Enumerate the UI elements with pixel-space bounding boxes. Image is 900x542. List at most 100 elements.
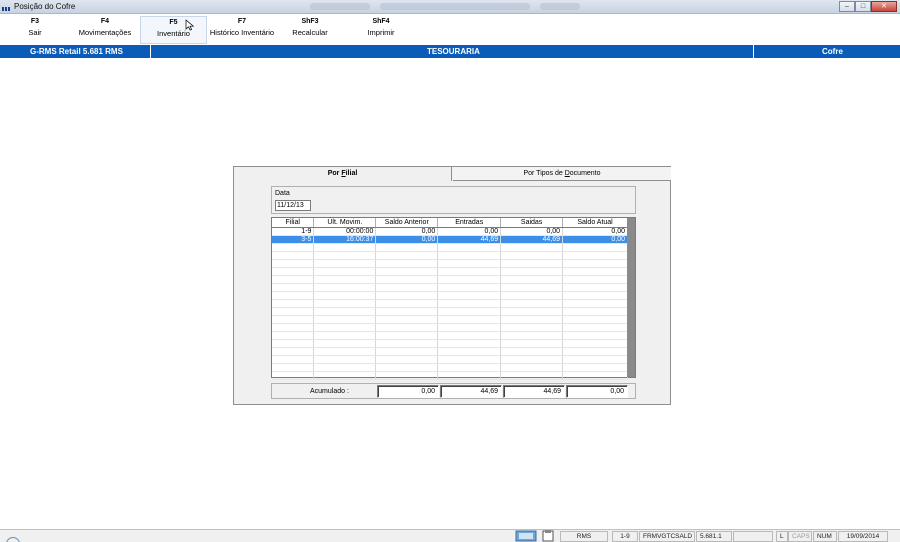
empty-cell [313,371,377,380]
table-cell: 0,00 [437,227,502,236]
inventory-history-button[interactable]: F7 Histórico Inventário [209,18,275,44]
empty-cell [313,243,377,252]
shortcut-key: F7 [237,18,247,25]
empty-cell [272,299,315,308]
empty-cell [562,267,628,276]
empty-cell [313,331,377,340]
network-icon [515,530,537,542]
empty-cell [437,347,502,356]
column-header[interactable]: Saldo Atual [562,218,628,228]
empty-row [272,283,628,292]
empty-cell [562,323,628,332]
empty-cell [500,339,564,348]
empty-cell [272,275,315,284]
app-icon [2,4,12,11]
empty-cell [375,251,439,260]
tab-por-filial[interactable]: Por Filial [234,167,452,181]
date-input[interactable]: 11/12/13 [275,200,311,211]
empty-cell [313,267,377,276]
column-header[interactable]: Saldo Anterior [375,218,439,228]
empty-cell [375,307,439,316]
empty-row [272,323,628,332]
empty-cell [375,331,439,340]
empty-row [272,243,628,252]
empty-cell [500,315,564,324]
empty-row [272,363,628,372]
button-label: Inventário [157,29,190,38]
status-system: RMS [560,531,608,542]
button-label: Imprimir [367,28,395,37]
empty-cell [313,307,377,316]
empty-cell [313,315,377,324]
maximize-icon[interactable]: □ [855,1,871,12]
tab-label: Por [327,170,342,177]
empty-cell [562,363,628,372]
table-cell: 0,00 [375,235,439,244]
empty-cell [437,315,502,324]
empty-cell [437,251,502,260]
empty-cell [500,371,564,380]
vertical-scrollbar[interactable] [627,218,635,377]
empty-row [272,259,628,268]
empty-cell [500,251,564,260]
empty-cell [500,363,564,372]
empty-cell [437,339,502,348]
empty-cell [272,243,315,252]
balance-grid[interactable]: Filial Últ. Movim. Saldo Anterior Entradas S… [271,217,636,380]
column-header[interactable]: Entradas [437,218,502,228]
empty-cell [272,259,315,268]
exit-button[interactable]: F3 Sair [20,18,50,44]
empty-cell [375,243,439,252]
empty-cell [437,267,502,276]
empty-cell [313,259,377,268]
title-bar: Posição do Cofre – □ ✕ [0,0,900,14]
table-row[interactable]: 1-9 00:00:00 0,00 0,00 0,00 0,00 [272,227,628,236]
print-button[interactable]: ShF4 Imprimir [362,18,400,44]
empty-cell [437,363,502,372]
minimize-icon[interactable]: – [839,1,855,12]
mouse-cursor-icon [185,19,195,31]
empty-cell [562,331,628,340]
tab-por-tipos-de-documento[interactable]: Por Tipos de Documento [453,167,671,181]
status-date: 19/09/2014 [838,531,888,542]
empty-cell [375,299,439,308]
blurred-title-area [540,3,580,10]
empty-cell [562,315,628,324]
column-header[interactable]: Últ. Movim. [313,218,377,228]
tab-label: ilial [345,170,358,177]
status-caps: CAPS [788,531,812,542]
accumulated-row: Acumulado : 0,00 44,69 44,69 0,00 [271,383,636,399]
empty-cell [375,267,439,276]
accumulated-entradas: 44,69 [440,385,502,398]
empty-cell [500,323,564,332]
empty-cell [562,275,628,284]
table-row[interactable]: 3-5 16:00:37 0,00 44,69 44,69 0,00 [272,235,628,244]
empty-cell [500,331,564,340]
empty-cell [272,339,315,348]
status-empty [733,531,773,542]
empty-cell [313,291,377,300]
inventory-button[interactable]: F5 Inventário [140,16,207,44]
empty-row [272,339,628,348]
empty-row [272,331,628,340]
empty-cell [272,251,315,260]
movements-button[interactable]: F4 Movimentações [74,18,136,44]
status-version: 5.681.1 [696,531,732,542]
column-header[interactable]: Saidas [500,218,564,228]
recalculate-button[interactable]: ShF3 Recalcular [290,18,330,44]
date-group: Data 11/12/13 [271,186,636,214]
empty-cell [500,347,564,356]
empty-row [272,275,628,284]
accumulated-saldo-atual: 0,00 [566,385,628,398]
balance-table: Filial Últ. Movim. Saldo Anterior Entradas S… [272,218,628,380]
empty-cell [437,307,502,316]
status-branch: 1-9 [612,531,638,542]
empty-row [272,299,628,308]
empty-cell [272,323,315,332]
empty-cell [272,315,315,324]
empty-cell [437,259,502,268]
empty-cell [500,267,564,276]
empty-cell [313,347,377,356]
column-header[interactable]: Filial [272,218,315,228]
close-icon[interactable]: ✕ [871,1,897,12]
